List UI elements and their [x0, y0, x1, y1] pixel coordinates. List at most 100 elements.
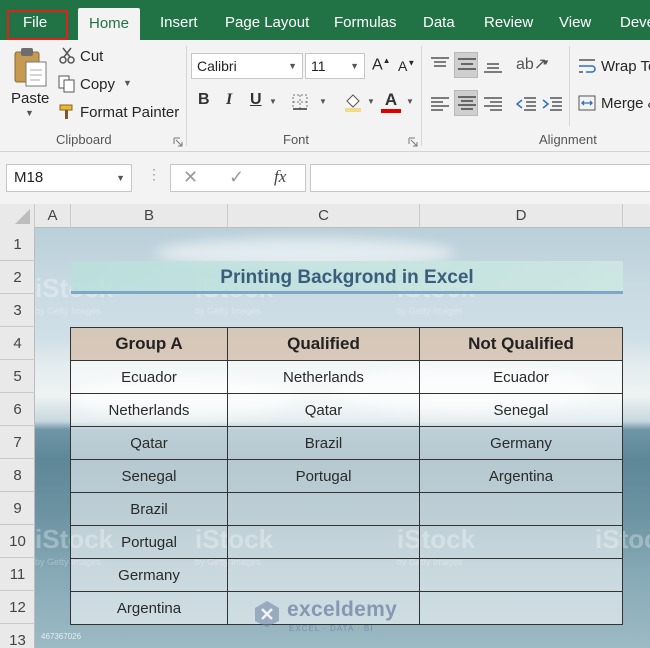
table-cell[interactable]: Senegal	[70, 459, 228, 493]
format-painter-icon[interactable]	[58, 103, 76, 121]
table-cell[interactable]: Argentina	[419, 459, 623, 493]
middle-align-button[interactable]	[454, 52, 478, 78]
table-cell[interactable]: Portugal	[70, 525, 228, 559]
format-painter-button[interactable]: Format Painter	[80, 104, 179, 121]
increase-indent-icon[interactable]	[542, 96, 562, 112]
decrease-indent-icon[interactable]	[515, 96, 536, 112]
row-header[interactable]: 1	[0, 228, 35, 261]
underline-button[interactable]: U	[250, 91, 262, 109]
wrap-text-icon[interactable]	[578, 57, 596, 75]
bold-button[interactable]: B	[198, 91, 210, 109]
row-header[interactable]: 4	[0, 327, 35, 360]
wrap-text-button[interactable]: Wrap Te	[601, 58, 650, 75]
title-cell[interactable]: Printing Backgrond in Excel	[71, 261, 623, 294]
row-header[interactable]: 11	[0, 558, 35, 591]
align-right-icon[interactable]	[484, 96, 502, 112]
tab-insert[interactable]: Insert	[160, 0, 198, 40]
cancel-entry-icon[interactable]: ✕	[183, 167, 198, 188]
row-header[interactable]: 8	[0, 459, 35, 492]
align-left-icon[interactable]	[431, 96, 449, 112]
column-header[interactable]: B	[71, 204, 228, 228]
fill-color-icon[interactable]	[343, 92, 363, 112]
tab-formulas[interactable]: Formulas	[334, 0, 397, 40]
insert-function-button[interactable]: fx	[274, 167, 286, 187]
tab-view[interactable]: View	[559, 0, 591, 40]
copy-icon[interactable]	[58, 75, 76, 93]
table-cell[interactable]	[227, 558, 420, 592]
table-cell[interactable]	[227, 492, 420, 526]
formula-input[interactable]	[310, 164, 650, 192]
table-cell[interactable]: Germany	[70, 558, 228, 592]
table-cell[interactable]: Germany	[419, 426, 623, 460]
bottom-align-icon[interactable]	[484, 60, 502, 76]
table-header-cell[interactable]: Not Qualified	[419, 327, 623, 361]
increase-font-size-icon[interactable]: A▲	[372, 56, 391, 74]
table-cell[interactable]: Qatar	[227, 393, 420, 427]
center-align-button[interactable]	[454, 90, 478, 116]
table-cell[interactable]	[419, 591, 623, 625]
row-header[interactable]: 7	[0, 426, 35, 459]
column-header[interactable]: A	[35, 204, 71, 228]
italic-button[interactable]: I	[226, 91, 232, 109]
row-header[interactable]: 13	[0, 624, 35, 648]
paste-icon[interactable]	[12, 46, 48, 90]
row-header[interactable]: 2	[0, 261, 35, 294]
table-cell[interactable]: Senegal	[419, 393, 623, 427]
table-cell[interactable]	[419, 492, 623, 526]
table-cell[interactable]: Qatar	[70, 426, 228, 460]
underline-dropdown-arrow-icon[interactable]: ▼	[269, 97, 277, 106]
table-cell[interactable]	[419, 558, 623, 592]
table-cell[interactable]	[419, 525, 623, 559]
fill-color-dropdown-arrow-icon[interactable]: ▼	[367, 97, 375, 106]
tab-developer[interactable]: Deve	[620, 0, 650, 40]
cut-button[interactable]: Cut	[80, 48, 103, 65]
row-header[interactable]: 12	[0, 591, 35, 624]
column-header[interactable]: D	[420, 204, 623, 228]
tab-review[interactable]: Review	[484, 0, 533, 40]
font-size-value: 11	[311, 58, 326, 74]
table-header-cell[interactable]: Qualified	[227, 327, 420, 361]
paste-button[interactable]: Paste	[11, 90, 49, 107]
font-name-combo[interactable]: Calibri ▼	[191, 53, 303, 79]
table-cell[interactable]	[227, 525, 420, 559]
column-header[interactable]: C	[228, 204, 420, 228]
table-cell[interactable]: Portugal	[227, 459, 420, 493]
table-cell[interactable]: Argentina	[70, 591, 228, 625]
formula-bar-grip-icon[interactable]: ⋮	[147, 166, 161, 183]
tab-home[interactable]: Home	[78, 8, 141, 40]
cut-icon[interactable]	[58, 47, 76, 65]
clipboard-dialog-launcher-icon[interactable]	[173, 135, 183, 147]
paste-dropdown-arrow-icon[interactable]: ▼	[25, 108, 34, 118]
table-cell[interactable]: Netherlands	[227, 360, 420, 394]
font-color-icon[interactable]: A	[381, 91, 401, 113]
top-align-icon[interactable]	[431, 56, 449, 72]
font-size-combo[interactable]: 11 ▼	[305, 53, 365, 79]
table-cell[interactable]: Brazil	[227, 426, 420, 460]
row-header[interactable]: 3	[0, 294, 35, 327]
select-all-corner[interactable]	[0, 204, 35, 228]
table-cell[interactable]: Netherlands	[70, 393, 228, 427]
tab-page-layout[interactable]: Page Layout	[225, 0, 309, 40]
borders-icon[interactable]	[292, 94, 308, 110]
row-header[interactable]: 10	[0, 525, 35, 558]
font-color-dropdown-arrow-icon[interactable]: ▼	[406, 97, 414, 106]
confirm-entry-icon[interactable]: ✓	[229, 167, 244, 188]
decrease-font-size-icon[interactable]: A▼	[398, 58, 415, 74]
table-cell[interactable]: Ecuador	[70, 360, 228, 394]
name-box[interactable]: M18 ▼	[6, 164, 132, 192]
orientation-dropdown-arrow-icon[interactable]: ▼	[542, 58, 550, 67]
borders-dropdown-arrow-icon[interactable]: ▼	[319, 97, 327, 106]
row-header[interactable]: 5	[0, 360, 35, 393]
copy-button[interactable]: Copy	[80, 76, 115, 93]
row-header[interactable]: 9	[0, 492, 35, 525]
worksheet-area[interactable]: iStock by Getty Images iStock by Getty I…	[35, 228, 650, 648]
merge-center-icon[interactable]	[578, 94, 596, 112]
row-header[interactable]: 6	[0, 393, 35, 426]
table-cell[interactable]: Ecuador	[419, 360, 623, 394]
font-dialog-launcher-icon[interactable]	[408, 135, 418, 147]
merge-center-button[interactable]: Merge &	[601, 95, 650, 112]
copy-dropdown-arrow-icon[interactable]: ▼	[123, 78, 132, 88]
tab-data[interactable]: Data	[423, 0, 455, 40]
table-cell[interactable]: Brazil	[70, 492, 228, 526]
table-header-cell[interactable]: Group A	[70, 327, 228, 361]
